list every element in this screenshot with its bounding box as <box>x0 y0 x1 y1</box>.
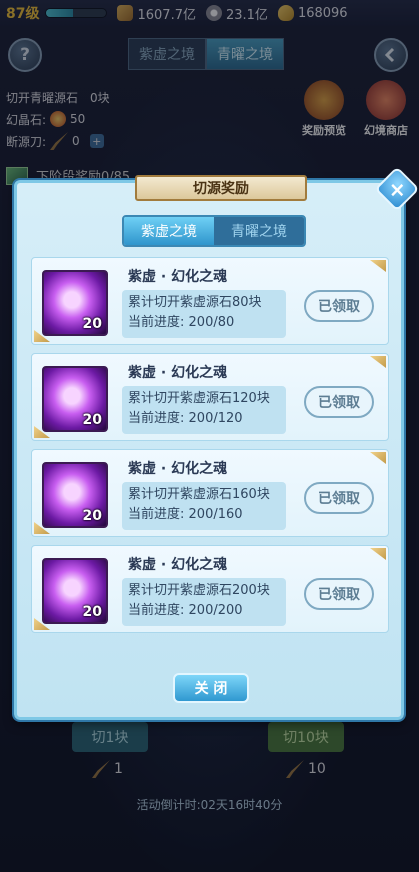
reward-list: 20 紫虚 · 幻化之魂 累计切开紫虚源石80块 当前进度: 200/80 已领… <box>31 257 389 641</box>
progress-value: 200/200 <box>188 603 243 618</box>
close-icon: × <box>388 176 406 201</box>
progress-label: 当前进度: <box>128 411 185 426</box>
progress-label: 当前进度: <box>128 603 185 618</box>
progress-value: 200/160 <box>188 507 243 522</box>
claimed-button[interactable]: 已领取 <box>304 482 374 514</box>
item-name: 紫虚 · 幻化之魂 <box>128 269 228 285</box>
modal-tab-qingyao[interactable]: 青曜之境 <box>214 217 304 245</box>
reward-modal: 切源奖励 × 紫虚之境 青曜之境 20 紫虚 · 幻化之魂 累计切开紫虚源石80… <box>14 166 419 720</box>
requirement-text: 累计切开紫虚源石80块 <box>128 295 262 310</box>
requirement-box: 累计切开紫虚源石80块 当前进度: 200/80 <box>122 290 286 338</box>
reward-card: 20 紫虚 · 幻化之魂 累计切开紫虚源石80块 当前进度: 200/80 已领… <box>31 257 389 345</box>
claimed-button[interactable]: 已领取 <box>304 290 374 322</box>
progress-value: 200/80 <box>188 315 235 330</box>
requirement-box: 累计切开紫虚源石200块 当前进度: 200/200 <box>122 578 286 626</box>
modal-title: 切源奖励 <box>135 175 307 201</box>
purple-soul-flame-icon[interactable]: 20 <box>42 558 108 624</box>
requirement-text: 累计切开紫虚源石200块 <box>128 583 270 598</box>
reward-card: 20 紫虚 · 幻化之魂 累计切开紫虚源石160块 当前进度: 200/160 … <box>31 449 389 537</box>
modal-tab-zixu[interactable]: 紫虚之境 <box>124 217 214 245</box>
requirement-text: 累计切开紫虚源石160块 <box>128 487 270 502</box>
reward-card: 20 紫虚 · 幻化之魂 累计切开紫虚源石200块 当前进度: 200/200 … <box>31 545 389 633</box>
item-name: 紫虚 · 幻化之魂 <box>128 557 228 573</box>
progress-label: 当前进度: <box>128 315 185 330</box>
purple-soul-flame-icon[interactable]: 20 <box>42 462 108 528</box>
item-count: 20 <box>82 316 102 332</box>
reward-card: 20 紫虚 · 幻化之魂 累计切开紫虚源石120块 当前进度: 200/120 … <box>31 353 389 441</box>
requirement-box: 累计切开紫虚源石160块 当前进度: 200/160 <box>122 482 286 530</box>
item-count: 20 <box>82 604 102 620</box>
progress-label: 当前进度: <box>128 507 185 522</box>
item-name: 紫虚 · 幻化之魂 <box>128 461 228 477</box>
claimed-button[interactable]: 已领取 <box>304 578 374 610</box>
progress-value: 200/120 <box>188 411 243 426</box>
purple-soul-flame-icon[interactable]: 20 <box>42 366 108 432</box>
purple-soul-flame-icon[interactable]: 20 <box>42 270 108 336</box>
requirement-text: 累计切开紫虚源石120块 <box>128 391 270 406</box>
item-count: 20 <box>82 508 102 524</box>
close-button[interactable]: 关 闭 <box>173 673 249 703</box>
modal-tabs: 紫虚之境 青曜之境 <box>122 215 306 247</box>
claimed-button[interactable]: 已领取 <box>304 386 374 418</box>
requirement-box: 累计切开紫虚源石120块 当前进度: 200/120 <box>122 386 286 434</box>
item-name: 紫虚 · 幻化之魂 <box>128 365 228 381</box>
item-count: 20 <box>82 412 102 428</box>
